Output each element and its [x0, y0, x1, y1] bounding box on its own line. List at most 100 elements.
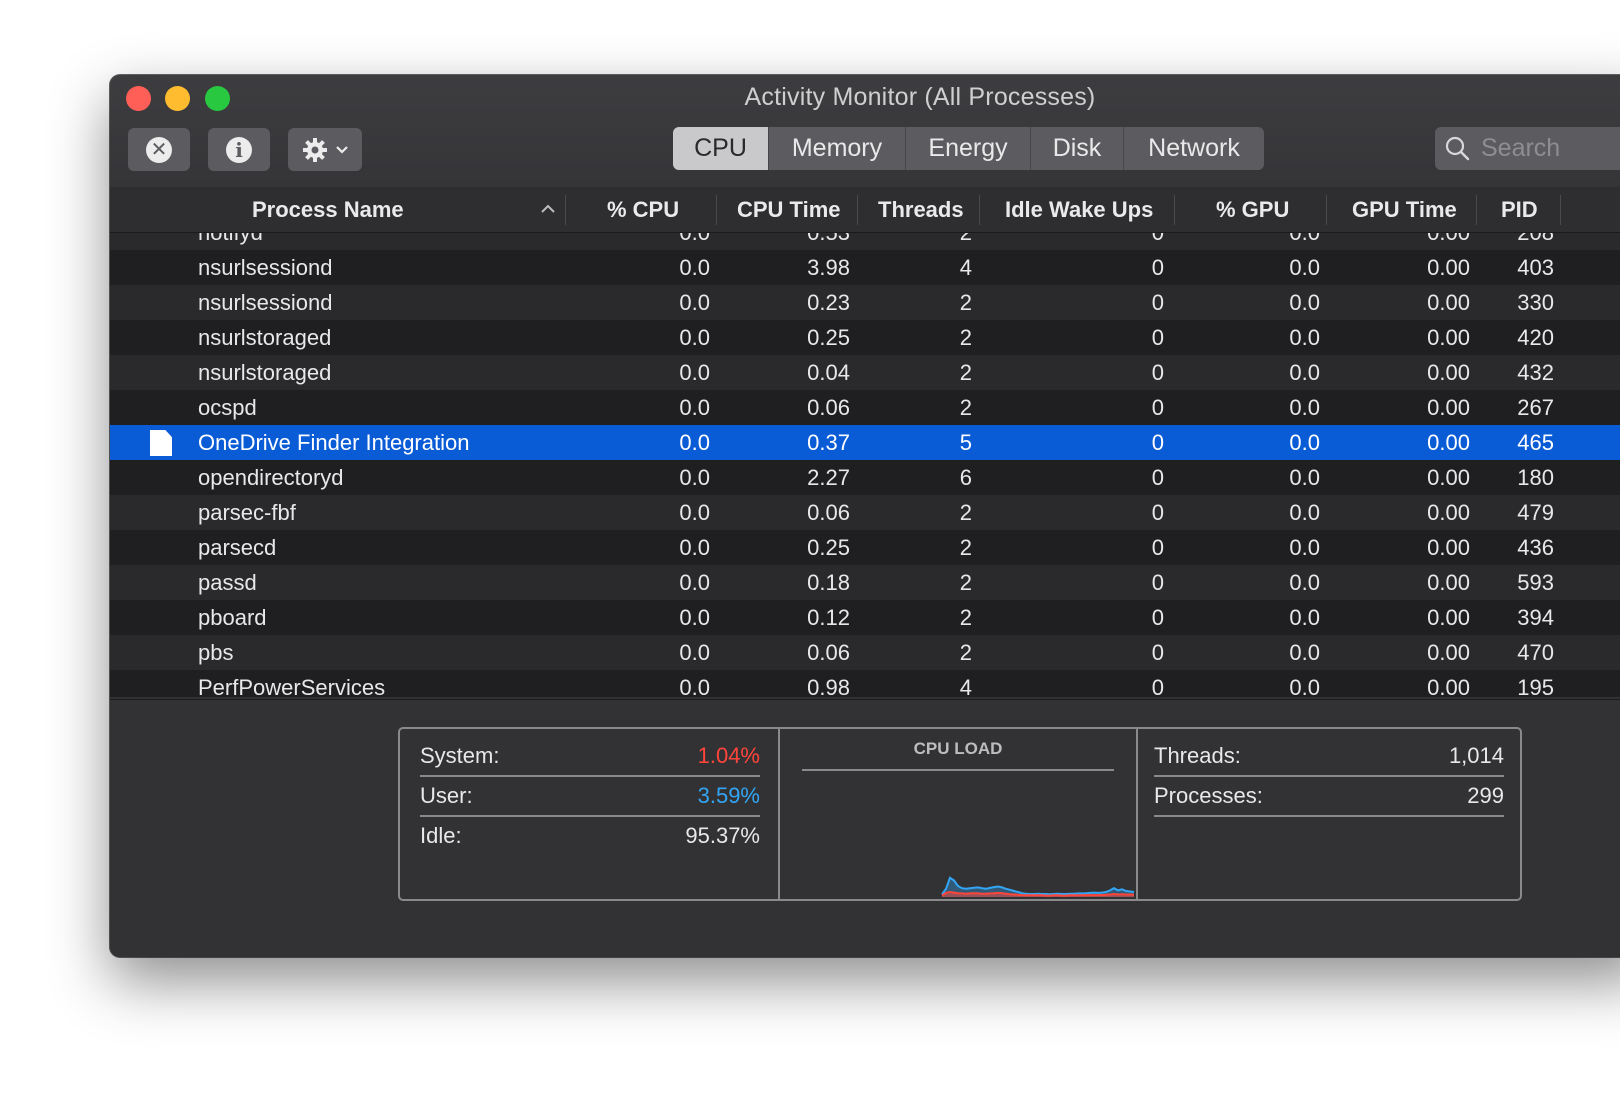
cell-iwu: 0 [1151, 500, 1164, 525]
threads-label: Threads: [1154, 743, 1241, 768]
cell-thr: 2 [959, 395, 972, 420]
tab-cpu[interactable]: CPU [673, 127, 768, 170]
cell-name: OneDrive Finder Integration [198, 430, 470, 455]
idle-value: 95.37% [685, 823, 760, 848]
cell-pid: 470 [1517, 640, 1554, 665]
user-stat: User: 3.59% [420, 777, 760, 817]
table-row[interactable]: ocspd 0.0 0.06 2 0 0.0 0.00 267 [110, 390, 1620, 425]
cpu-load-graph [941, 876, 1135, 897]
tab-memory[interactable]: Memory [768, 127, 905, 170]
cell-iwu: 0 [990, 233, 1164, 250]
cell-thr: 2 [959, 640, 972, 665]
column-cpu-time[interactable]: CPU Time [737, 187, 841, 232]
cell-cpu: 0.0 [679, 465, 710, 490]
table-row[interactable]: opendirectoryd 0.0 2.27 6 0 0.0 0.00 180 [110, 460, 1620, 495]
table-row[interactable]: PerfPowerServices 0.0 0.98 4 0 0.0 0.00 195 [110, 670, 1620, 697]
column-divider[interactable] [857, 195, 858, 225]
cell-name: pboard [198, 605, 267, 630]
cell-name: nsurlsessiond [198, 290, 333, 315]
cell-cpu: 0.0 [679, 325, 710, 350]
tab-disk[interactable]: Disk [1030, 127, 1123, 170]
table-row[interactable]: nsurlstoraged 0.0 0.25 2 0 0.0 0.00 420 [110, 320, 1620, 355]
user-value: 3.59% [697, 783, 760, 808]
table-row[interactable]: passd 0.0 0.18 2 0 0.0 0.00 593 [110, 565, 1620, 600]
process-count-stats: Threads: 1,014 Processes: 299 [1138, 729, 1520, 899]
cell-gtime: 0.00 [1427, 290, 1470, 315]
cell-gpu: 0.0 [1289, 640, 1320, 665]
cpu-load-section: CPU LOAD [780, 729, 1138, 899]
info-circle-icon: i [226, 136, 252, 163]
column-cpu-percent[interactable]: % CPU [607, 187, 679, 232]
cell-gtime: 0.00 [1427, 255, 1470, 280]
cell-pid: 180 [1517, 465, 1554, 490]
column-divider[interactable] [1326, 195, 1327, 225]
cell-pid: 420 [1517, 325, 1554, 350]
table-row[interactable]: nsurlsessiond 0.0 3.98 4 0 0.0 0.00 403 [110, 250, 1620, 285]
threads-value: 1,014 [1448, 743, 1504, 768]
cell-name: opendirectoryd [198, 465, 344, 490]
sort-ascending-icon[interactable] [540, 203, 556, 215]
table-row[interactable]: nsurlstoraged 0.0 0.04 2 0 0.0 0.00 432 [110, 355, 1620, 390]
column-divider[interactable] [1174, 195, 1175, 225]
column-threads[interactable]: Threads [878, 187, 964, 232]
cell-thr: 6 [959, 465, 972, 490]
column-divider[interactable] [1560, 195, 1561, 225]
cell-iwu: 0 [1151, 535, 1164, 560]
processes-stat: Processes: 299 [1154, 777, 1504, 817]
column-process-name[interactable]: Process Name [252, 187, 404, 232]
cell-ctime: 0.23 [807, 290, 850, 315]
cell-cpu: 0.0 [679, 430, 710, 455]
search-placeholder: Search [1481, 134, 1561, 162]
column-gpu-time[interactable]: GPU Time [1352, 187, 1457, 232]
table-row[interactable]: pboard 0.0 0.12 2 0 0.0 0.00 394 [110, 600, 1620, 635]
column-divider[interactable] [565, 195, 566, 225]
column-idle-wake-ups[interactable]: Idle Wake Ups [1005, 187, 1153, 232]
action-menu-button[interactable] [288, 128, 362, 171]
tab-energy[interactable]: Energy [905, 127, 1030, 170]
cell-gtime: 0.00 [1427, 465, 1470, 490]
chevron-down-icon [336, 145, 348, 154]
cell-ctime: 0.53 [720, 233, 850, 250]
cell-iwu: 0 [1151, 570, 1164, 595]
quit-process-button[interactable]: ✕ [128, 128, 190, 171]
column-pid[interactable]: PID [1501, 187, 1538, 232]
table-row[interactable]: parsec-fbf 0.0 0.06 2 0 0.0 0.00 479 [110, 495, 1620, 530]
cell-name: passd [198, 570, 257, 595]
cell-cpu: 0.0 [679, 500, 710, 525]
cell-cpu: 0.0 [580, 233, 710, 250]
cell-gpu: 0.0 [1289, 290, 1320, 315]
table-row[interactable]: notifyd 0.0 0.53 2 0 0.0 0.00 208 [110, 233, 1620, 250]
cell-gpu: 0.0 [1180, 233, 1320, 250]
table-row[interactable]: nsurlsessiond 0.0 0.23 2 0 0.0 0.00 330 [110, 285, 1620, 320]
search-field[interactable]: Search [1435, 127, 1620, 170]
view-tabs: CPU Memory Energy Disk Network [673, 127, 1264, 170]
column-divider[interactable] [1476, 195, 1477, 225]
column-divider[interactable] [716, 195, 717, 225]
table-row[interactable]: OneDrive Finder Integration 0.0 0.37 5 0 0.0 0… [110, 425, 1620, 460]
cell-cpu: 0.0 [679, 535, 710, 560]
cell-pid: 208 [1490, 233, 1554, 250]
cell-iwu: 0 [1151, 325, 1164, 350]
cell-ctime: 0.04 [807, 360, 850, 385]
cell-thr: 2 [959, 605, 972, 630]
cell-iwu: 0 [1151, 255, 1164, 280]
cpu-load-title: CPU LOAD [802, 739, 1114, 771]
cell-gpu: 0.0 [1289, 535, 1320, 560]
table-row[interactable]: parsecd 0.0 0.25 2 0 0.0 0.00 436 [110, 530, 1620, 565]
cell-name: pbs [198, 640, 234, 665]
inspect-process-button[interactable]: i [208, 128, 270, 171]
cpu-summary-panel: System: 1.04% User: 3.59% Idle: 95.37% C… [398, 727, 1522, 901]
table-row[interactable]: pbs 0.0 0.06 2 0 0.0 0.00 470 [110, 635, 1620, 670]
cell-gpu: 0.0 [1289, 500, 1320, 525]
cell-pid: 330 [1517, 290, 1554, 315]
column-gpu-percent[interactable]: % GPU [1216, 187, 1289, 232]
tab-network[interactable]: Network [1123, 127, 1264, 170]
cell-thr: 4 [959, 255, 972, 280]
cell-thr: 5 [959, 430, 972, 455]
cell-pid: 479 [1517, 500, 1554, 525]
cell-iwu: 0 [1151, 430, 1164, 455]
cell-ctime: 0.37 [807, 430, 850, 455]
column-divider[interactable] [979, 195, 980, 225]
cell-name: notifyd [198, 233, 263, 250]
cell-gtime: 0.00 [1427, 430, 1470, 455]
